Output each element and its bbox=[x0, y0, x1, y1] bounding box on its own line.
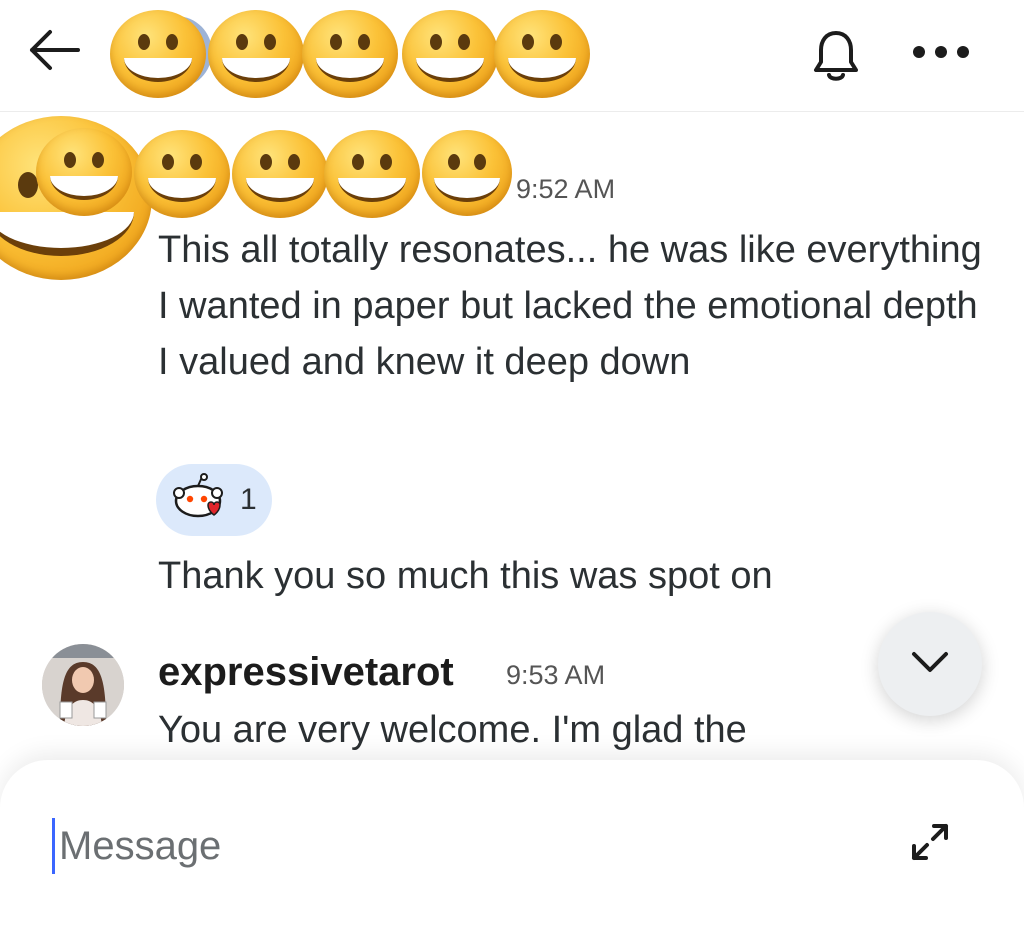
expand-arrows-icon bbox=[910, 822, 950, 867]
censor-emoji-sticker bbox=[302, 10, 398, 98]
chat-header bbox=[0, 0, 1024, 112]
message-composer bbox=[0, 760, 1024, 926]
notifications-button[interactable] bbox=[804, 26, 868, 90]
censor-emoji-sticker bbox=[36, 128, 132, 216]
message-sender[interactable]: expressivetarot bbox=[158, 650, 454, 695]
message-text[interactable]: You are very welcome. I'm glad the bbox=[158, 702, 747, 758]
message-text[interactable]: Thank you so much this was spot on bbox=[158, 548, 998, 604]
censor-emoji-sticker bbox=[134, 130, 230, 218]
censor-emoji-sticker bbox=[402, 10, 498, 98]
censor-emoji-sticker bbox=[422, 130, 512, 216]
avatar[interactable] bbox=[42, 644, 124, 726]
message-timestamp: 9:53 AM bbox=[506, 660, 606, 690]
message-text[interactable]: This all totally resonates... he was lik… bbox=[158, 222, 998, 390]
expand-composer-button[interactable] bbox=[904, 818, 956, 870]
bell-icon bbox=[812, 29, 860, 88]
more-options-button[interactable] bbox=[906, 26, 976, 82]
censor-emoji-sticker bbox=[208, 10, 304, 98]
scroll-to-bottom-button[interactable] bbox=[878, 612, 982, 716]
censor-emoji-sticker bbox=[232, 130, 328, 218]
reaction-pill[interactable]: 1 bbox=[156, 464, 272, 536]
censor-emoji-sticker bbox=[494, 10, 590, 98]
message-timestamp: 9:52 AM bbox=[516, 174, 616, 204]
message-input[interactable] bbox=[52, 818, 852, 874]
censor-emoji-sticker bbox=[110, 10, 206, 98]
back-button[interactable] bbox=[22, 20, 86, 84]
more-dots-icon bbox=[911, 45, 971, 64]
back-arrow-icon bbox=[26, 28, 82, 77]
chevron-down-icon bbox=[910, 650, 950, 679]
snoo-heart-icon bbox=[170, 472, 230, 528]
censor-emoji-sticker bbox=[324, 130, 420, 218]
reaction-count: 1 bbox=[240, 483, 257, 516]
